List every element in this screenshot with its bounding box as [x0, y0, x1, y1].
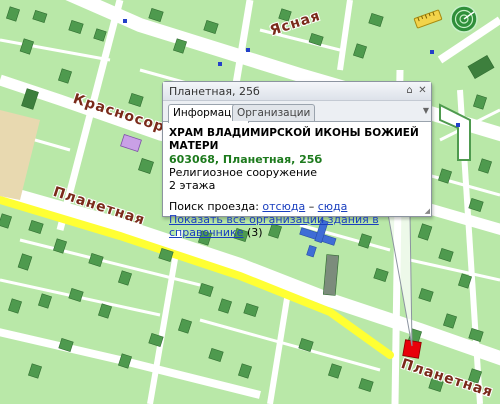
popup-body: ХРАМ ВЛАДИМИРСКОЙ ИКОНЫ БОЖИЕЙ МАТЕРИ 60… — [163, 122, 431, 244]
route-separator: – — [308, 200, 315, 213]
radar-button[interactable] — [448, 4, 480, 34]
ruler-button[interactable] — [412, 4, 444, 34]
popup-tabs: Информация Организации ▼ — [163, 101, 431, 123]
route-label: Поиск проезда: — [169, 200, 259, 213]
route-from-here-link[interactable]: отсюда — [262, 200, 305, 213]
info-popup: Планетная, 25б ⌂ ✕ Информация Организаци… — [162, 81, 432, 239]
ruler-icon — [413, 9, 443, 29]
target-building[interactable] — [402, 339, 422, 359]
place-name: ХРАМ ВЛАДИМИРСКОЙ ИКОНЫ БОЖИЕЙ МАТЕРИ — [169, 127, 419, 152]
all-organizations-link[interactable]: Показать все организации здания в справо… — [169, 213, 379, 239]
place-address: 603068, Планетная, 25б — [169, 153, 323, 166]
popup-title: Планетная, 25б — [169, 85, 260, 98]
route-to-here-link[interactable]: сюда — [318, 200, 348, 213]
place-type: Религиозное сооружение — [169, 166, 318, 179]
all-organizations-count: (3) — [246, 226, 263, 239]
popup-titlebar[interactable]: Планетная, 25б ⌂ ✕ — [163, 82, 431, 101]
close-button[interactable]: ✕ — [417, 85, 428, 96]
place-floors: 2 этажа — [169, 179, 216, 192]
pin-button[interactable]: ⌂ — [404, 85, 415, 96]
resize-grip-icon[interactable]: ◢ — [425, 207, 430, 215]
all-orgs-row: Показать все организации здания в справо… — [169, 213, 425, 239]
route-search-row: Поиск проезда: отсюда – сюда — [169, 200, 425, 213]
tab-organizations[interactable]: Организации — [232, 104, 316, 121]
radar-icon — [450, 5, 478, 33]
tabs-scroll-down-icon[interactable]: ▼ — [423, 106, 429, 115]
